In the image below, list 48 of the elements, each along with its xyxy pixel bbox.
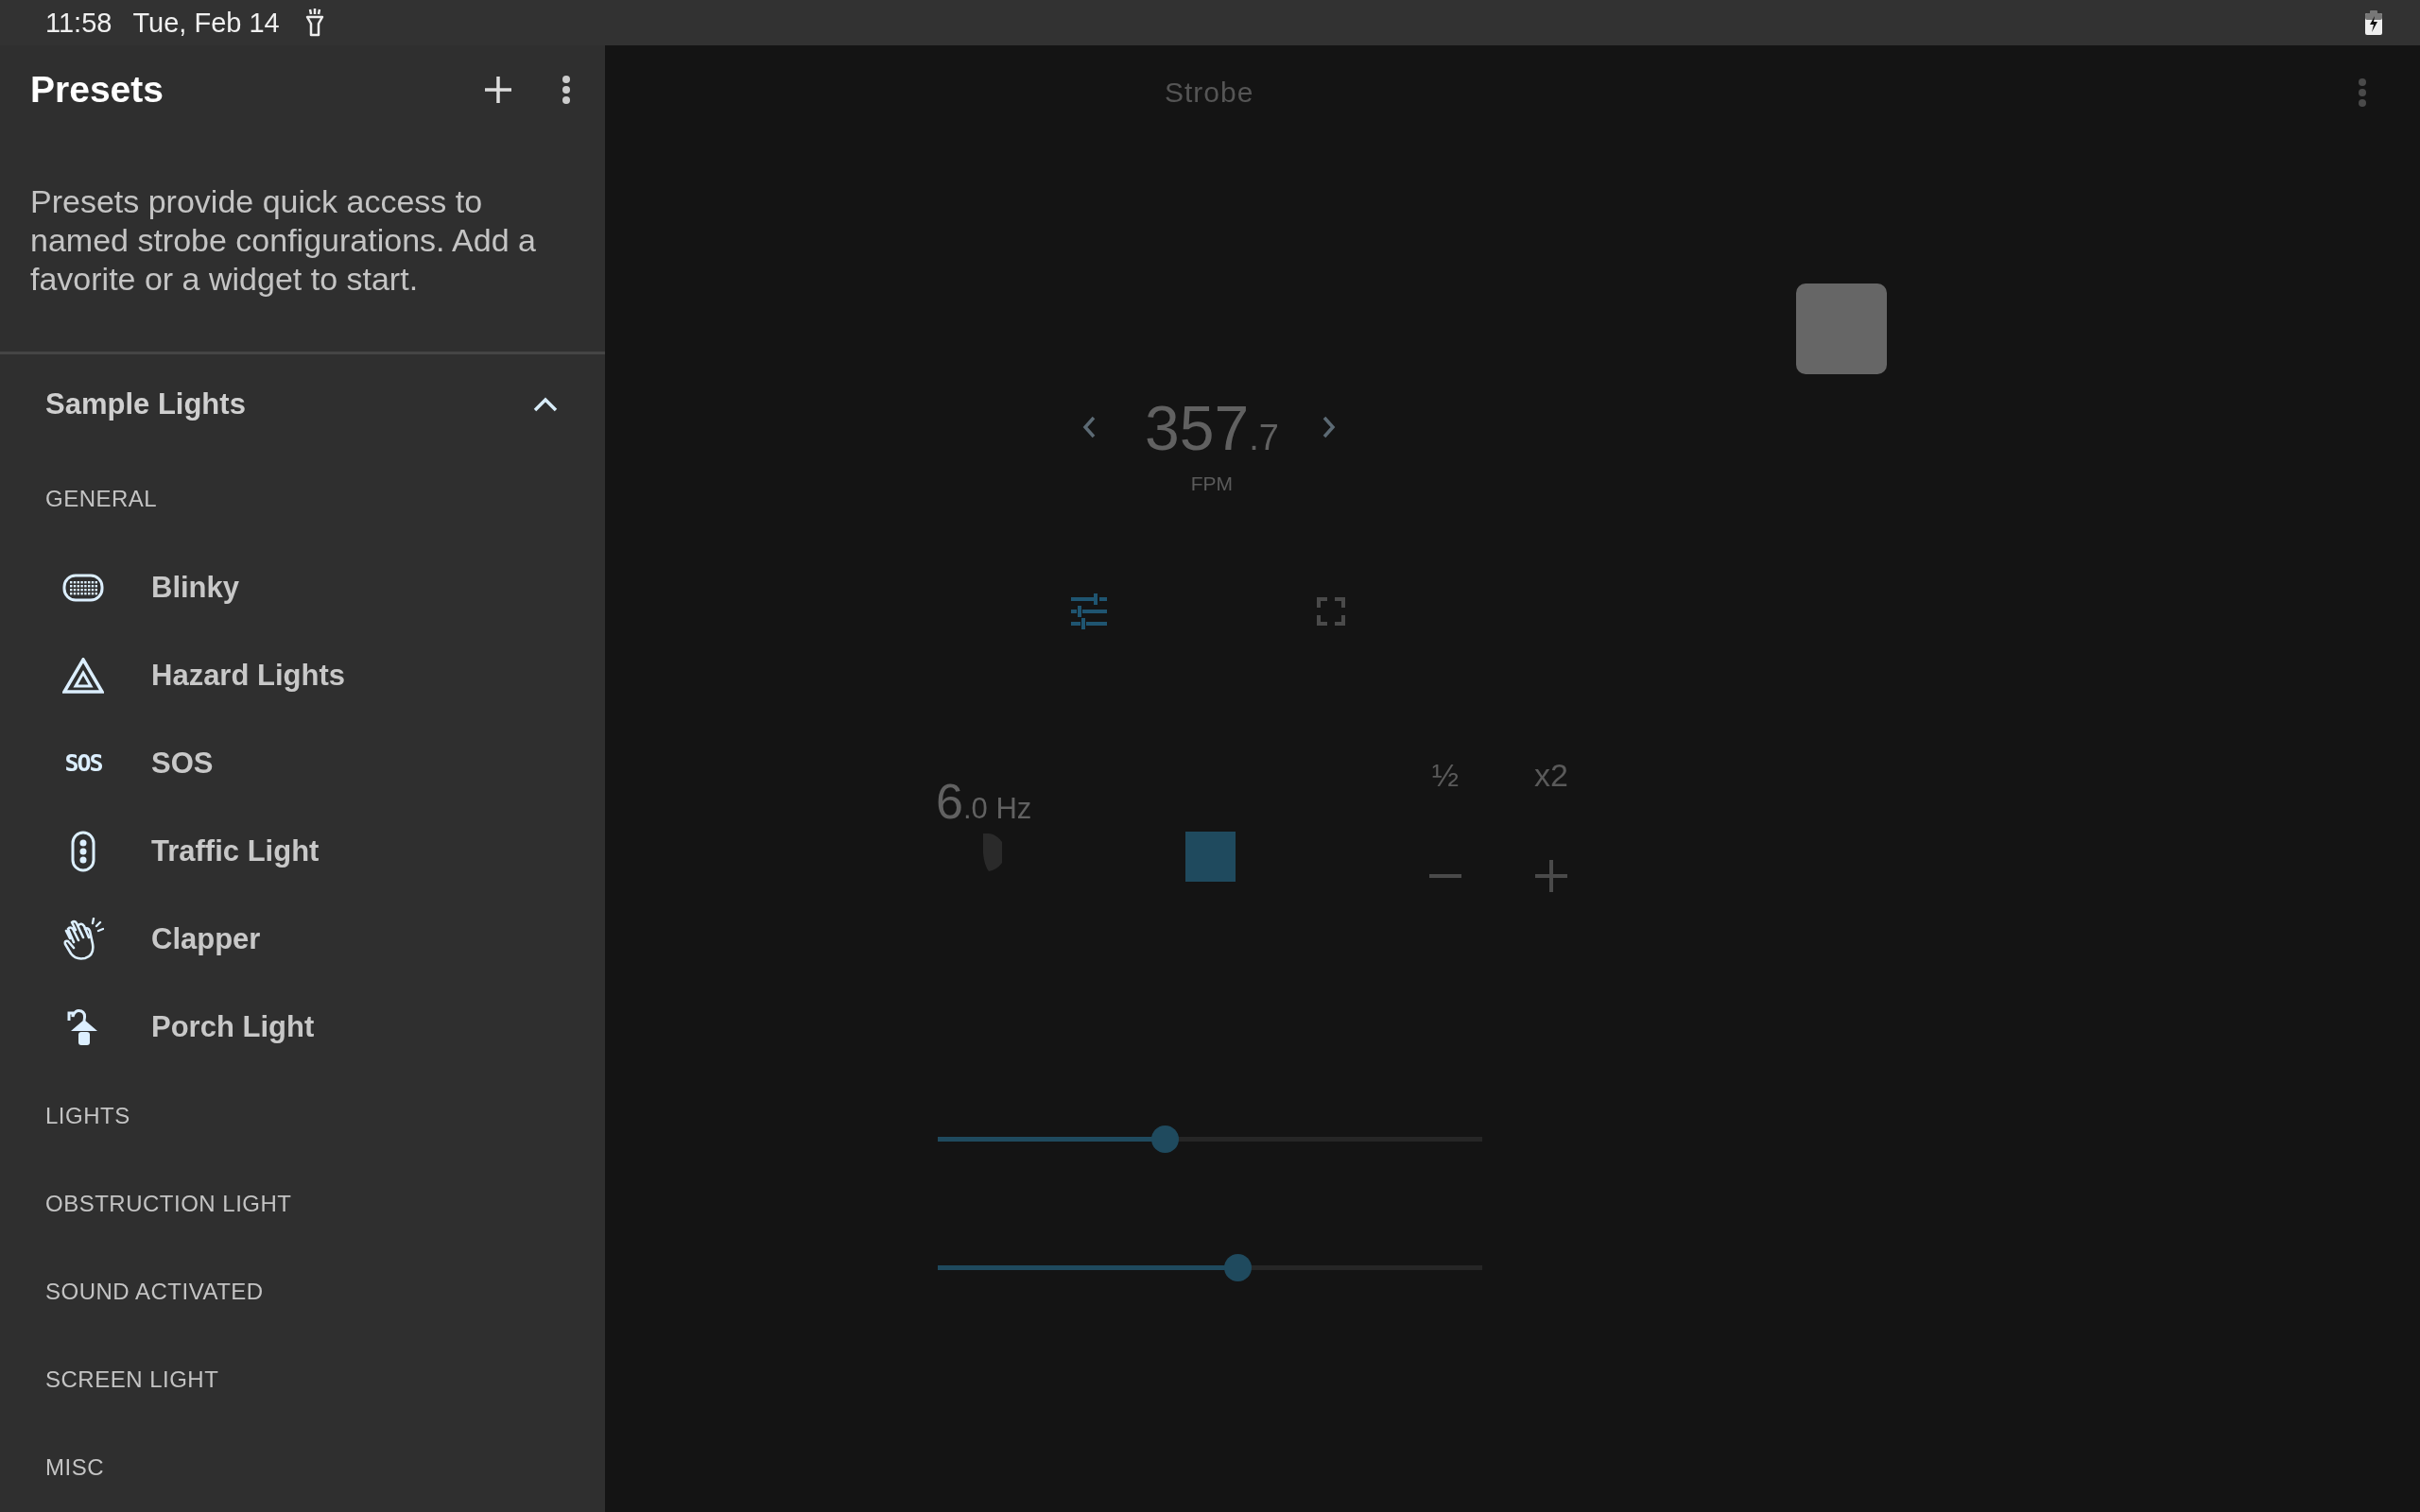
chevron-left-icon[interactable] [1082,416,1096,438]
slider[interactable] [938,1254,1482,1281]
preset-label: Traffic Light [151,834,320,869]
preset-label: Porch Light [151,1010,315,1045]
chevron-right-icon[interactable] [1322,416,1336,438]
screen-title: Strobe [1165,77,1254,109]
clapping-hands-icon [62,918,104,962]
preset-item[interactable]: Porch Light [0,983,605,1073]
plus-icon[interactable] [1533,858,1569,894]
add-icon[interactable] [484,75,512,104]
battery-charging-icon [2365,10,2382,35]
status-date: Tue, Feb 14 [132,7,280,39]
traffic-light-icon [71,831,95,873]
preset-label: Clapper [151,922,261,957]
preset-label: Blinky [151,570,240,605]
slider-thumb[interactable] [1151,1125,1180,1153]
fullscreen-icon[interactable] [1317,597,1345,626]
sliders-icon[interactable] [1071,593,1107,629]
preset-item[interactable]: Clapper [0,895,605,984]
section-header[interactable]: MISC [0,1423,605,1512]
preset-item[interactable]: SOS SOS [0,719,605,808]
hazard-triangle-icon [62,657,104,694]
clock-time: 11:58 [45,7,112,39]
slider[interactable] [938,1125,1482,1153]
sos-icon: SOS [64,749,102,778]
chevron-up-icon[interactable] [533,397,558,413]
rate-value: 357.7 [1145,397,1279,459]
section-header[interactable]: SOUND ACTIVATED [0,1247,605,1336]
section-header[interactable]: LIGHTS [0,1072,605,1160]
description-text: Presets provide quick access to named strobe configurations. Add a favorite or a widget to start. [30,182,537,300]
preset-label: SOS [151,746,214,781]
group-title: Sample Lights [45,387,246,422]
flash-indicator [1185,832,1236,882]
grid-lamp-icon [62,573,104,602]
preset-item[interactable]: Hazard Lights [0,631,605,720]
group-header[interactable]: Sample Lights [0,354,605,455]
flashlight-icon [303,9,325,37]
unit-label: FPM [1190,472,1234,495]
preset-item[interactable]: Blinky [0,543,605,632]
slider-thumb[interactable] [1223,1254,1252,1281]
panel-title: Presets [30,68,164,111]
section-header[interactable]: SCREEN LIGHT [0,1335,605,1424]
section-header[interactable]: GENERAL [0,455,605,543]
frequency-value: 6.0 Hz [936,777,1032,826]
preset-item[interactable]: Traffic Light [0,807,605,896]
preset-label: Hazard Lights [151,658,345,693]
section-header[interactable]: OBSTRUCTION LIGHT [0,1160,605,1248]
more-options-icon[interactable] [562,75,571,104]
